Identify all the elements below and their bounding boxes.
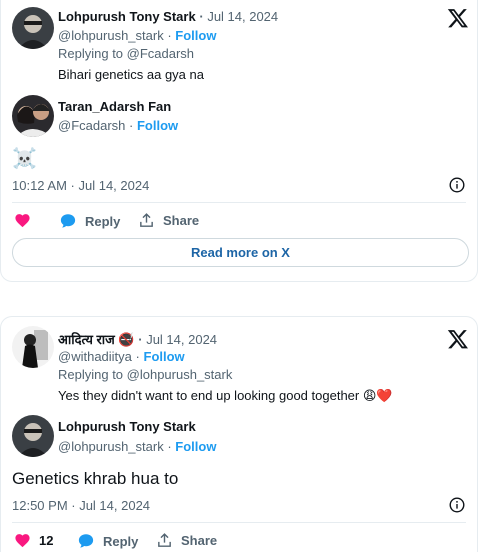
reply-button[interactable]: Reply xyxy=(77,532,138,550)
separator-dot: · xyxy=(138,332,143,347)
heart-icon xyxy=(14,212,31,229)
reply-label: Reply xyxy=(103,533,139,549)
author-name[interactable]: आदित्य राज 🚭 xyxy=(58,332,135,347)
quoted-author-handle[interactable]: @Fcadarsh xyxy=(58,118,125,133)
like-button[interactable] xyxy=(14,212,39,229)
info-icon[interactable] xyxy=(449,177,465,193)
share-icon xyxy=(138,212,155,229)
tweet-text: Bihari genetics aa gya na xyxy=(58,67,204,82)
reply-icon xyxy=(59,212,77,230)
separator-dot: · xyxy=(199,9,204,24)
x-logo-icon[interactable] xyxy=(447,7,469,29)
share-label: Share xyxy=(163,213,200,228)
quoted-follow-button[interactable]: Follow xyxy=(175,439,216,454)
tweet-text: Yes they didn't want to end up looking g… xyxy=(58,388,393,403)
reply-label: Reply xyxy=(85,213,121,229)
quoted-author-handle[interactable]: @lohpurush_stark xyxy=(58,439,164,454)
separator-dot: · xyxy=(129,118,134,133)
divider xyxy=(12,522,466,523)
avatar-lohpurush[interactable] xyxy=(12,7,54,49)
like-count: 12 xyxy=(39,533,54,548)
author-handle[interactable]: @withadiitya xyxy=(58,349,132,364)
quoted-handle-line: @lohpurush_stark · Follow xyxy=(58,439,216,454)
replying-to[interactable]: Replying to @Fcadarsh xyxy=(58,46,194,61)
separator-dot: · xyxy=(167,28,172,43)
tweet-card-1: Lohpurush Tony Stark · Jul 14, 2024 @loh… xyxy=(0,0,478,282)
author-name[interactable]: Lohpurush Tony Stark xyxy=(58,9,196,24)
reply-icon xyxy=(77,532,95,550)
follow-button[interactable]: Follow xyxy=(144,349,185,364)
avatar-taran[interactable] xyxy=(12,95,54,137)
handle-line: @lohpurush_stark · Follow xyxy=(58,28,216,43)
separator-dot: · xyxy=(135,349,140,364)
quoted-tweet-text: Genetics khrab hua to xyxy=(12,469,179,488)
separator-dot: · xyxy=(167,439,172,454)
quoted-tweet-text: ☠️ xyxy=(12,148,37,170)
heart-icon xyxy=(14,532,31,549)
tweet-timestamp[interactable]: 10:12 AM · Jul 14, 2024 xyxy=(12,178,149,193)
share-button[interactable]: Share xyxy=(138,212,199,229)
like-button[interactable]: 12 xyxy=(14,532,53,549)
tweet-card-2: आदित्य राज 🚭 · Jul 14, 2024 @withadiitya… xyxy=(0,316,478,552)
avatar-aditya[interactable] xyxy=(12,326,54,368)
author-line: Lohpurush Tony Stark · Jul 14, 2024 xyxy=(58,9,278,24)
quoted-handle-line: @Fcadarsh · Follow xyxy=(58,118,178,133)
handle-line: @withadiitya · Follow xyxy=(58,349,185,364)
reply-button[interactable]: Reply xyxy=(59,212,120,230)
avatar-lohpurush-quoted[interactable] xyxy=(12,415,54,457)
tweet-timestamp[interactable]: 12:50 PM · Jul 14, 2024 xyxy=(12,498,150,513)
read-more-button[interactable]: Read more on X xyxy=(12,238,469,267)
quoted-follow-button[interactable]: Follow xyxy=(137,118,178,133)
tweet-date[interactable]: Jul 14, 2024 xyxy=(146,332,217,347)
share-label: Share xyxy=(181,533,218,548)
author-line: आदित्य राज 🚭 · Jul 14, 2024 xyxy=(58,330,217,348)
tweet-date[interactable]: Jul 14, 2024 xyxy=(207,9,278,24)
share-icon xyxy=(156,532,173,549)
follow-button[interactable]: Follow xyxy=(175,28,216,43)
share-button[interactable]: Share xyxy=(156,532,217,549)
quoted-author-name[interactable]: Lohpurush Tony Stark xyxy=(58,419,196,434)
x-logo-icon[interactable] xyxy=(447,328,469,350)
quoted-author-name[interactable]: Taran_Adarsh Fan xyxy=(58,99,171,114)
divider xyxy=(12,202,466,203)
author-handle[interactable]: @lohpurush_stark xyxy=(58,28,164,43)
replying-to[interactable]: Replying to @lohpurush_stark xyxy=(58,367,232,382)
info-icon[interactable] xyxy=(449,497,465,513)
